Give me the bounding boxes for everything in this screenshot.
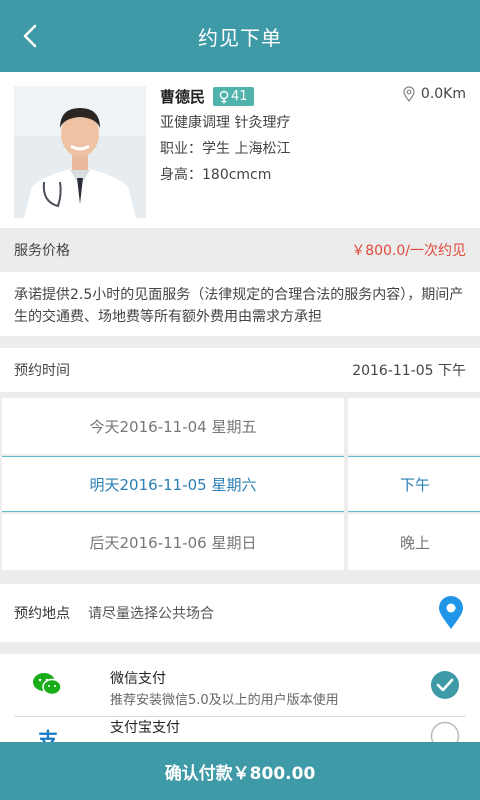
top-bar: 约见下单: [0, 0, 480, 72]
payment-title: 微信支付: [110, 671, 166, 687]
payment-option-wechat[interactable]: 微信支付 推荐安装微信5.0及以上的用户版本使用: [0, 654, 480, 716]
payment-option-alipay[interactable]: 支 支付宝支付: [0, 717, 480, 744]
period-option-empty[interactable]: [348, 398, 480, 454]
profile-card: 曹德民 41 0.0Km 亚健康调理 针灸理疗 职业：学生 上海松江 身高：18…: [0, 72, 480, 228]
name-row: 曹德民 41: [160, 86, 254, 107]
price-row: 服务价格 ￥800.0/一次约见: [0, 228, 480, 272]
location-label: 预约地点: [14, 606, 70, 622]
doctor-photo: [14, 86, 146, 218]
wechat-icon: [32, 672, 62, 702]
period-option-evening[interactable]: 晚上: [348, 514, 480, 570]
appointment-time-row: 预约时间 2016-11-05 下午: [0, 348, 480, 392]
age-value: 41: [231, 89, 248, 104]
map-pin-icon[interactable]: [438, 596, 464, 634]
price-value: ￥800.0/一次约见: [351, 243, 466, 259]
avatar[interactable]: [14, 86, 146, 218]
service-promise: 承诺提供2.5小时的见面服务（法律规定的合理合法的服务内容），期间产生的交通费、…: [0, 272, 480, 336]
female-icon: [219, 90, 229, 103]
location-row[interactable]: 预约地点 请尽量选择公共场合: [0, 584, 480, 642]
confirm-payment-button[interactable]: 确认付款￥800.00: [0, 742, 480, 800]
location-outline-icon: [403, 86, 415, 102]
day-option-today[interactable]: 今天2016-11-04 星期五: [2, 398, 344, 454]
time-picker: 今天2016-11-04 星期五 明天2016-11-05 星期六 下午 后天2…: [0, 398, 480, 570]
day-option-day-after[interactable]: 后天2016-11-06 星期日: [2, 514, 344, 570]
time-label: 预约时间: [14, 363, 70, 379]
service-tags: 亚健康调理 针灸理疗: [160, 115, 291, 131]
distance: 0.0Km: [403, 86, 466, 102]
doctor-name: 曹德民: [160, 88, 206, 106]
checked-circle-icon[interactable]: [430, 670, 460, 704]
price-label: 服务价格: [14, 243, 70, 259]
time-value: 2016-11-05 下午: [352, 363, 466, 379]
payment-methods: 微信支付 推荐安装微信5.0及以上的用户版本使用 支 支付宝支付: [0, 654, 480, 744]
location-hint: 请尽量选择公共场合: [88, 606, 214, 622]
distance-value: 0.0Km: [420, 86, 466, 102]
chevron-left-icon: [23, 24, 37, 48]
height-info: 身高：180cmcm: [160, 167, 272, 183]
unchecked-circle-icon[interactable]: [430, 721, 460, 744]
back-button[interactable]: [12, 18, 48, 54]
age-badge: 41: [213, 87, 254, 106]
page-title: 约见下单: [198, 25, 282, 50]
job-location: 职业：学生 上海松江: [160, 141, 291, 157]
payment-subtitle: 推荐安装微信5.0及以上的用户版本使用: [110, 693, 339, 708]
period-option-afternoon[interactable]: 下午: [348, 456, 480, 512]
day-option-tomorrow[interactable]: 明天2016-11-05 星期六: [2, 456, 344, 512]
payment-title: 支付宝支付: [110, 720, 180, 736]
